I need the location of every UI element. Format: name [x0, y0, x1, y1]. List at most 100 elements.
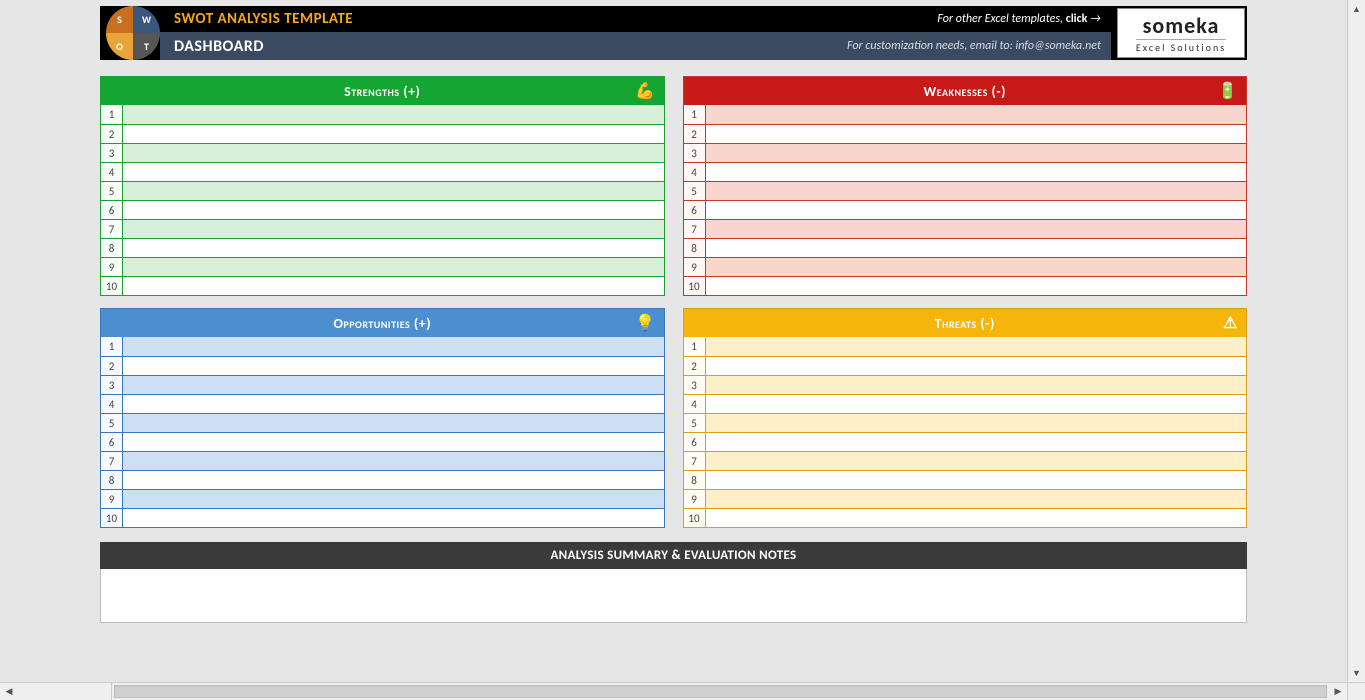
- opportunities-rows: 12345678910: [101, 337, 664, 527]
- table-row[interactable]: 3: [101, 143, 664, 162]
- row-value[interactable]: [706, 376, 1247, 394]
- table-row[interactable]: 8: [101, 470, 664, 489]
- summary-header: ANALYSIS SUMMARY & EVALUATION NOTES: [100, 542, 1247, 569]
- row-value[interactable]: [123, 395, 664, 413]
- row-value[interactable]: [706, 452, 1247, 470]
- brand-logo[interactable]: someka Excel Solutions: [1117, 8, 1245, 58]
- table-row[interactable]: 3: [684, 375, 1247, 394]
- row-value[interactable]: [123, 509, 664, 527]
- table-row[interactable]: 3: [684, 143, 1247, 162]
- row-value[interactable]: [123, 258, 664, 276]
- row-value[interactable]: [706, 220, 1247, 238]
- row-value[interactable]: [706, 201, 1247, 219]
- row-value[interactable]: [123, 239, 664, 257]
- row-value[interactable]: [123, 414, 664, 432]
- table-row[interactable]: 4: [101, 394, 664, 413]
- row-value[interactable]: [706, 433, 1247, 451]
- scroll-up-icon[interactable]: ▲: [1348, 0, 1365, 18]
- row-value[interactable]: [123, 105, 664, 124]
- hscroll-track[interactable]: [112, 683, 1329, 700]
- sheet-tab-region[interactable]: [18, 683, 112, 700]
- row-value[interactable]: [706, 490, 1247, 508]
- table-row[interactable]: 8: [684, 238, 1247, 257]
- table-row[interactable]: 10: [101, 276, 664, 295]
- row-value[interactable]: [706, 163, 1247, 181]
- table-row[interactable]: 2: [101, 356, 664, 375]
- row-value[interactable]: [123, 201, 664, 219]
- table-row[interactable]: 7: [101, 451, 664, 470]
- table-row[interactable]: 10: [101, 508, 664, 527]
- table-row[interactable]: 7: [684, 451, 1247, 470]
- table-row[interactable]: 2: [684, 124, 1247, 143]
- table-row[interactable]: 1: [684, 105, 1247, 124]
- table-row[interactable]: 8: [684, 470, 1247, 489]
- row-value[interactable]: [123, 452, 664, 470]
- row-value[interactable]: [123, 220, 664, 238]
- table-row[interactable]: 9: [101, 489, 664, 508]
- table-row[interactable]: 4: [684, 162, 1247, 181]
- row-value[interactable]: [123, 337, 664, 356]
- table-row[interactable]: 2: [684, 356, 1247, 375]
- row-value[interactable]: [706, 182, 1247, 200]
- row-number: 5: [684, 414, 706, 432]
- row-value[interactable]: [706, 414, 1247, 432]
- strengths-header: Strengths (+) 💪: [101, 77, 664, 105]
- table-row[interactable]: 6: [101, 432, 664, 451]
- table-row[interactable]: 9: [684, 489, 1247, 508]
- table-row[interactable]: 6: [684, 200, 1247, 219]
- row-value[interactable]: [706, 258, 1247, 276]
- table-row[interactable]: 9: [684, 257, 1247, 276]
- row-value[interactable]: [123, 376, 664, 394]
- row-value[interactable]: [706, 105, 1247, 124]
- row-number: 4: [684, 163, 706, 181]
- scroll-left-icon[interactable]: ◀: [0, 683, 18, 700]
- row-value[interactable]: [706, 395, 1247, 413]
- row-value[interactable]: [706, 471, 1247, 489]
- table-row[interactable]: 5: [684, 413, 1247, 432]
- row-value[interactable]: [123, 433, 664, 451]
- row-number: 3: [684, 144, 706, 162]
- summary-body[interactable]: [100, 569, 1247, 623]
- table-row[interactable]: 1: [101, 105, 664, 124]
- row-value[interactable]: [706, 509, 1247, 527]
- table-row[interactable]: 5: [101, 413, 664, 432]
- row-value[interactable]: [123, 163, 664, 181]
- table-row[interactable]: 9: [101, 257, 664, 276]
- table-row[interactable]: 7: [101, 219, 664, 238]
- row-value[interactable]: [706, 357, 1247, 375]
- table-row[interactable]: 5: [684, 181, 1247, 200]
- table-row[interactable]: 10: [684, 276, 1247, 295]
- vscroll-track[interactable]: [1348, 18, 1365, 664]
- hscroll-thumb[interactable]: [114, 685, 1327, 698]
- horizontal-scrollbar[interactable]: ◀ ▶: [0, 682, 1347, 700]
- row-value[interactable]: [123, 144, 664, 162]
- table-row[interactable]: 6: [101, 200, 664, 219]
- row-value[interactable]: [706, 277, 1247, 295]
- row-value[interactable]: [123, 125, 664, 143]
- table-row[interactable]: 5: [101, 181, 664, 200]
- row-value[interactable]: [706, 239, 1247, 257]
- table-row[interactable]: 3: [101, 375, 664, 394]
- table-row[interactable]: 6: [684, 432, 1247, 451]
- table-row[interactable]: 4: [101, 162, 664, 181]
- vertical-scrollbar[interactable]: ▲ ▼: [1347, 0, 1365, 682]
- row-value[interactable]: [123, 471, 664, 489]
- other-templates-link[interactable]: For other Excel templates, click →: [937, 12, 1101, 26]
- row-value[interactable]: [706, 144, 1247, 162]
- table-row[interactable]: 1: [101, 337, 664, 356]
- table-row[interactable]: 1: [684, 337, 1247, 356]
- table-row[interactable]: 4: [684, 394, 1247, 413]
- row-number: 2: [684, 125, 706, 143]
- row-value[interactable]: [706, 337, 1247, 356]
- table-row[interactable]: 10: [684, 508, 1247, 527]
- row-value[interactable]: [123, 182, 664, 200]
- row-value[interactable]: [706, 125, 1247, 143]
- row-value[interactable]: [123, 490, 664, 508]
- row-value[interactable]: [123, 357, 664, 375]
- scroll-down-icon[interactable]: ▼: [1348, 664, 1365, 682]
- table-row[interactable]: 8: [101, 238, 664, 257]
- scroll-right-icon[interactable]: ▶: [1329, 683, 1347, 700]
- table-row[interactable]: 2: [101, 124, 664, 143]
- table-row[interactable]: 7: [684, 219, 1247, 238]
- row-value[interactable]: [123, 277, 664, 295]
